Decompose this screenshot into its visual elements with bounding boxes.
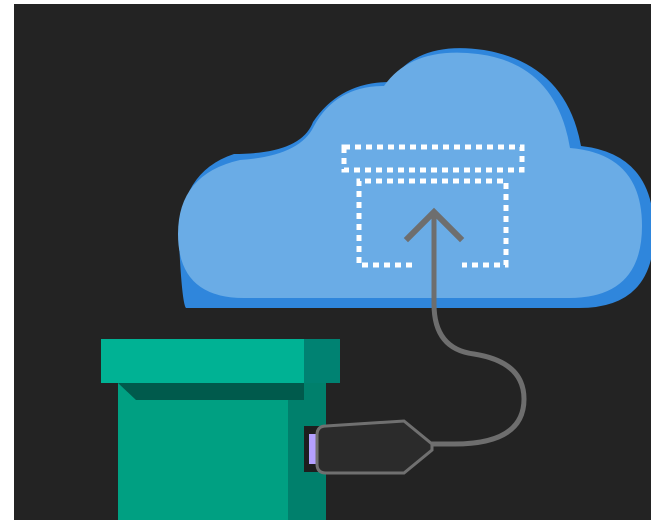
box-lid [101, 339, 304, 383]
cloud-body [178, 52, 642, 298]
connector-plug [315, 419, 434, 475]
box-body [118, 383, 304, 520]
upload-to-cloud-illustration [101, 48, 651, 520]
box-lid-side [304, 339, 340, 383]
cloud-icon [178, 48, 651, 308]
usb-connector-icon [304, 419, 434, 475]
box-lid-shadow [118, 383, 304, 400]
illustration-panel [14, 4, 651, 520]
illustration-canvas [0, 0, 651, 520]
